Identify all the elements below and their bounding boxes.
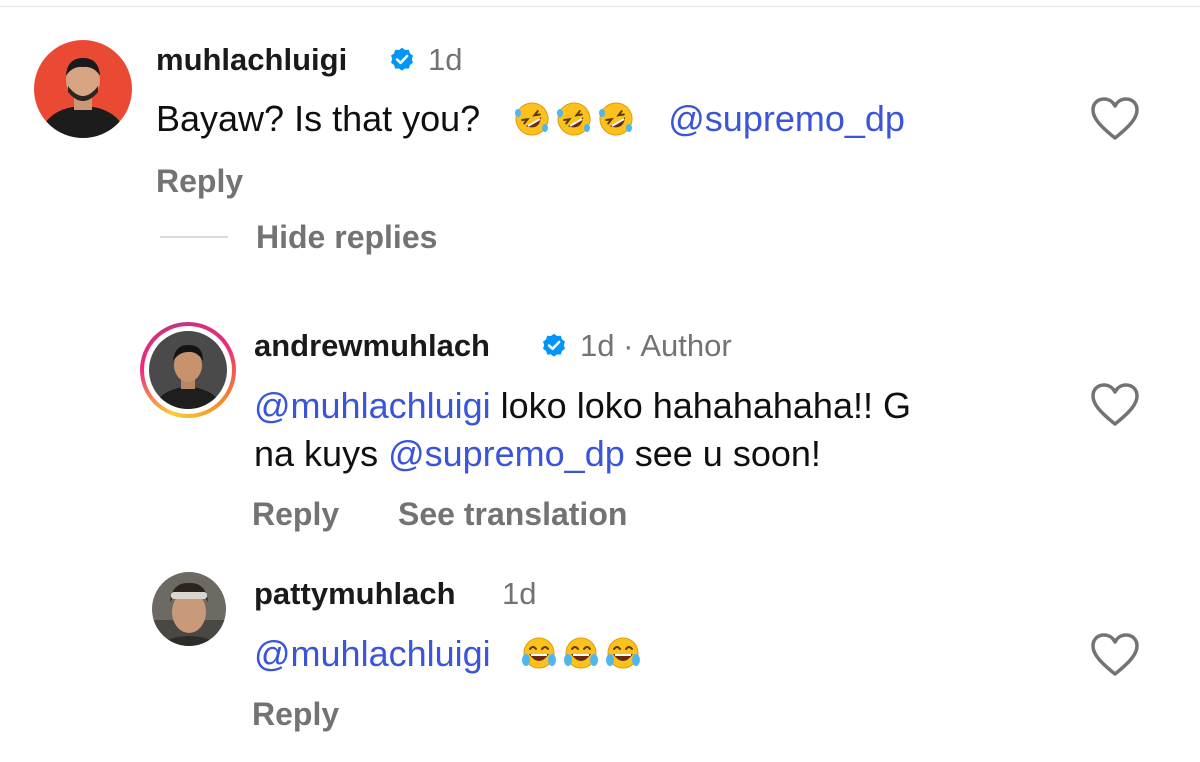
emoji-tears-of-joy-icon [605,636,641,672]
comment-username[interactable]: andrewmuhlach [254,328,490,364]
heart-icon[interactable] [1090,382,1140,428]
mention-link[interactable]: @muhlachluigi [254,385,491,426]
emoji-rofl-icon [556,101,592,137]
comment-text: @muhlachluigi [254,627,647,681]
avatar-muhlachluigi[interactable] [34,40,132,138]
replies-divider [160,236,228,238]
top-divider [0,6,1200,7]
comment-text: Bayaw? Is that you? @supremo_dp [156,92,905,146]
emoji-tears-of-joy-icon [521,636,557,672]
verified-badge-icon [391,47,413,71]
comment-text-line1: @muhlachluigi loko loko hahahahaha!! G [254,379,911,433]
heart-icon[interactable] [1090,632,1140,678]
heart-icon[interactable] [1090,96,1140,142]
mention-link[interactable]: @supremo_dp [388,433,625,474]
comment-body-part1: loko loko hahahahaha!! G [490,385,911,426]
comment-username[interactable]: muhlachluigi [156,42,347,78]
verified-badge-icon [543,333,565,357]
story-ring[interactable] [140,322,236,418]
reply-button[interactable]: Reply [252,696,339,732]
comment-text-line2: na kuys @supremo_dp see u soon! [254,427,821,481]
emoji-tears-of-joy-icon [563,636,599,672]
avatar-pattymuhlach[interactable] [152,572,226,646]
emoji-rofl-icon [514,101,550,137]
mention-link[interactable]: @supremo_dp [668,98,905,139]
comment-timestamp: 1d [428,42,463,77]
comment-body-part3: see u soon! [624,433,821,474]
avatar-andrewmuhlach[interactable] [149,331,227,409]
reply-button[interactable]: Reply [156,163,243,199]
author-tag: · Author [623,328,732,363]
hide-replies-button[interactable]: Hide replies [256,219,437,255]
reply-button[interactable]: Reply [252,496,339,532]
timestamp-value: 1d [580,328,615,363]
mention-link[interactable]: @muhlachluigi [254,633,491,674]
comment-timestamp: 1d · Author [580,328,732,364]
comment-body-part2: na kuys [254,433,389,474]
comment-timestamp: 1d [502,576,537,611]
comment-username[interactable]: pattymuhlach [254,576,456,612]
emoji-rofl-icon [598,101,634,137]
see-translation-button[interactable]: See translation [398,496,627,532]
comment-body: Bayaw? Is that you? [156,98,481,139]
